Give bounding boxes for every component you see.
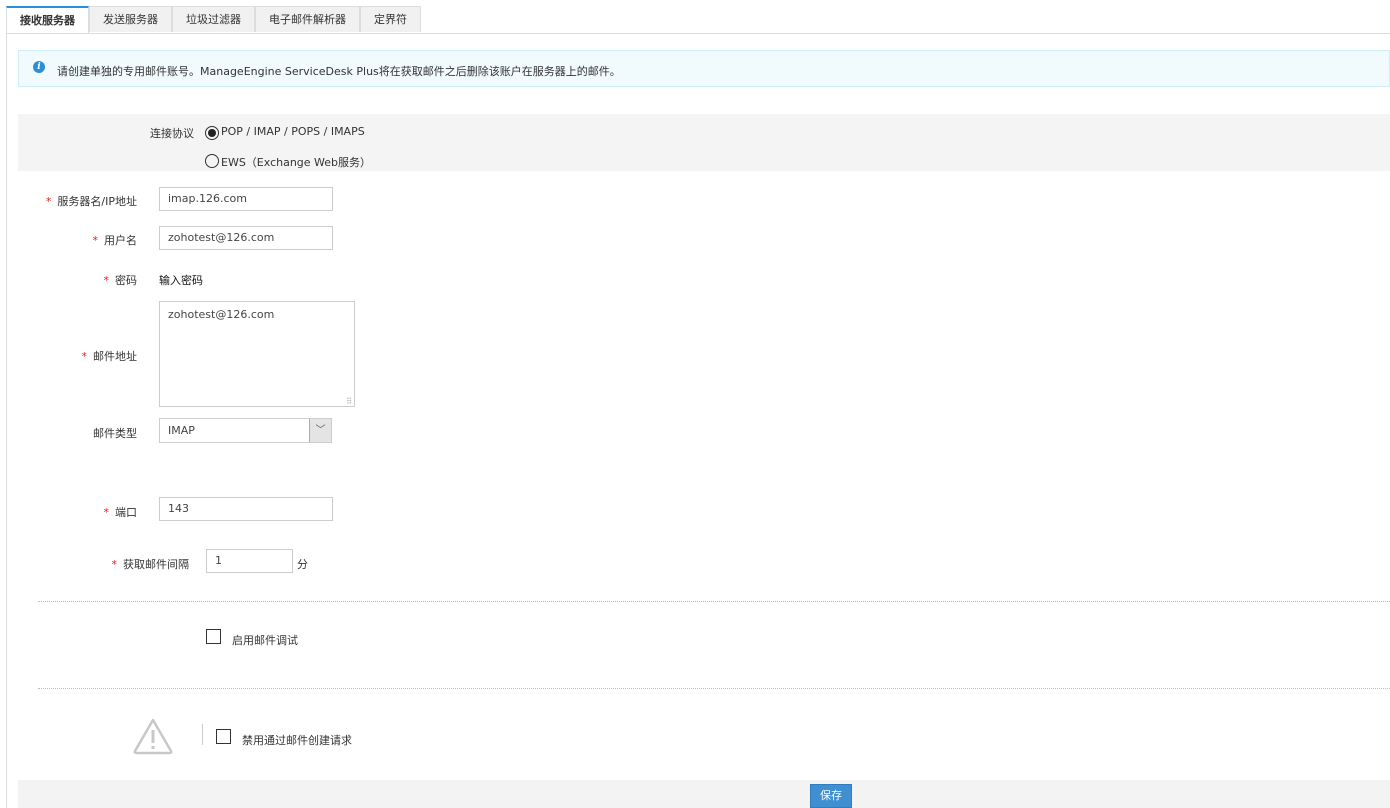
- divider: [38, 601, 1390, 602]
- server-input[interactable]: imap.126.com: [159, 187, 333, 211]
- divider: [38, 688, 1390, 689]
- mail-type-label: 邮件类型: [93, 427, 137, 440]
- info-text: 请创建单独的专用邮件账号。ManageEngine ServiceDesk Pl…: [57, 65, 621, 78]
- warning-icon: [133, 718, 173, 755]
- tab-incoming-server[interactable]: 接收服务器: [6, 6, 89, 34]
- tab-bar: 接收服务器 发送服务器 垃圾过滤器 电子邮件解析器 定界符: [6, 6, 421, 34]
- chevron-down-icon[interactable]: ﹀: [309, 419, 331, 442]
- tab-email-parser[interactable]: 电子邮件解析器: [255, 6, 360, 32]
- password-label: * 密码: [103, 274, 138, 287]
- email-label: * 邮件地址: [81, 350, 138, 363]
- radio-ews-label[interactable]: EWS（Exchange Web服务）: [221, 154, 371, 170]
- server-label: * 服务器名/IP地址: [45, 195, 137, 208]
- radio-pop-imap-label[interactable]: POP / IMAP / POPS / IMAPS: [221, 125, 365, 138]
- username-input[interactable]: zohotest@126.com: [159, 226, 333, 250]
- interval-label: * 获取邮件间隔: [111, 558, 190, 571]
- divider: [6, 33, 1390, 34]
- divider: [6, 33, 7, 808]
- disable-email-requests-label[interactable]: 禁用通过邮件创建请求: [242, 732, 352, 748]
- save-button[interactable]: 保存: [810, 784, 852, 808]
- info-icon: i: [33, 61, 45, 73]
- enter-password-link[interactable]: 输入密码: [159, 272, 203, 288]
- enable-debug-checkbox[interactable]: [206, 629, 221, 644]
- tab-delimiter[interactable]: 定界符: [360, 6, 421, 32]
- port-label: * 端口: [103, 506, 138, 519]
- port-input[interactable]: 143: [159, 497, 333, 521]
- mail-type-select[interactable]: IMAP ﹀: [159, 418, 332, 443]
- tab-spam-filter[interactable]: 垃圾过滤器: [172, 6, 255, 32]
- interval-unit: 分: [297, 558, 308, 571]
- interval-input[interactable]: 1: [206, 549, 293, 573]
- footer-bar: [18, 780, 1390, 808]
- info-banner: i 请创建单独的专用邮件账号。ManageEngine ServiceDesk …: [18, 50, 1390, 87]
- username-label: * 用户名: [92, 234, 138, 247]
- disable-email-requests-checkbox[interactable]: [216, 729, 231, 744]
- resize-handle-icon[interactable]: ⠿: [346, 398, 352, 406]
- tab-outgoing-server[interactable]: 发送服务器: [89, 6, 172, 32]
- enable-debug-label[interactable]: 启用邮件调试: [232, 632, 298, 648]
- radio-pop-imap[interactable]: [205, 126, 219, 140]
- email-textarea[interactable]: zohotest@126.com ⠿: [159, 301, 355, 407]
- protocol-label: 连接协议: [150, 127, 194, 140]
- divider: [202, 724, 203, 745]
- radio-ews[interactable]: [205, 154, 219, 168]
